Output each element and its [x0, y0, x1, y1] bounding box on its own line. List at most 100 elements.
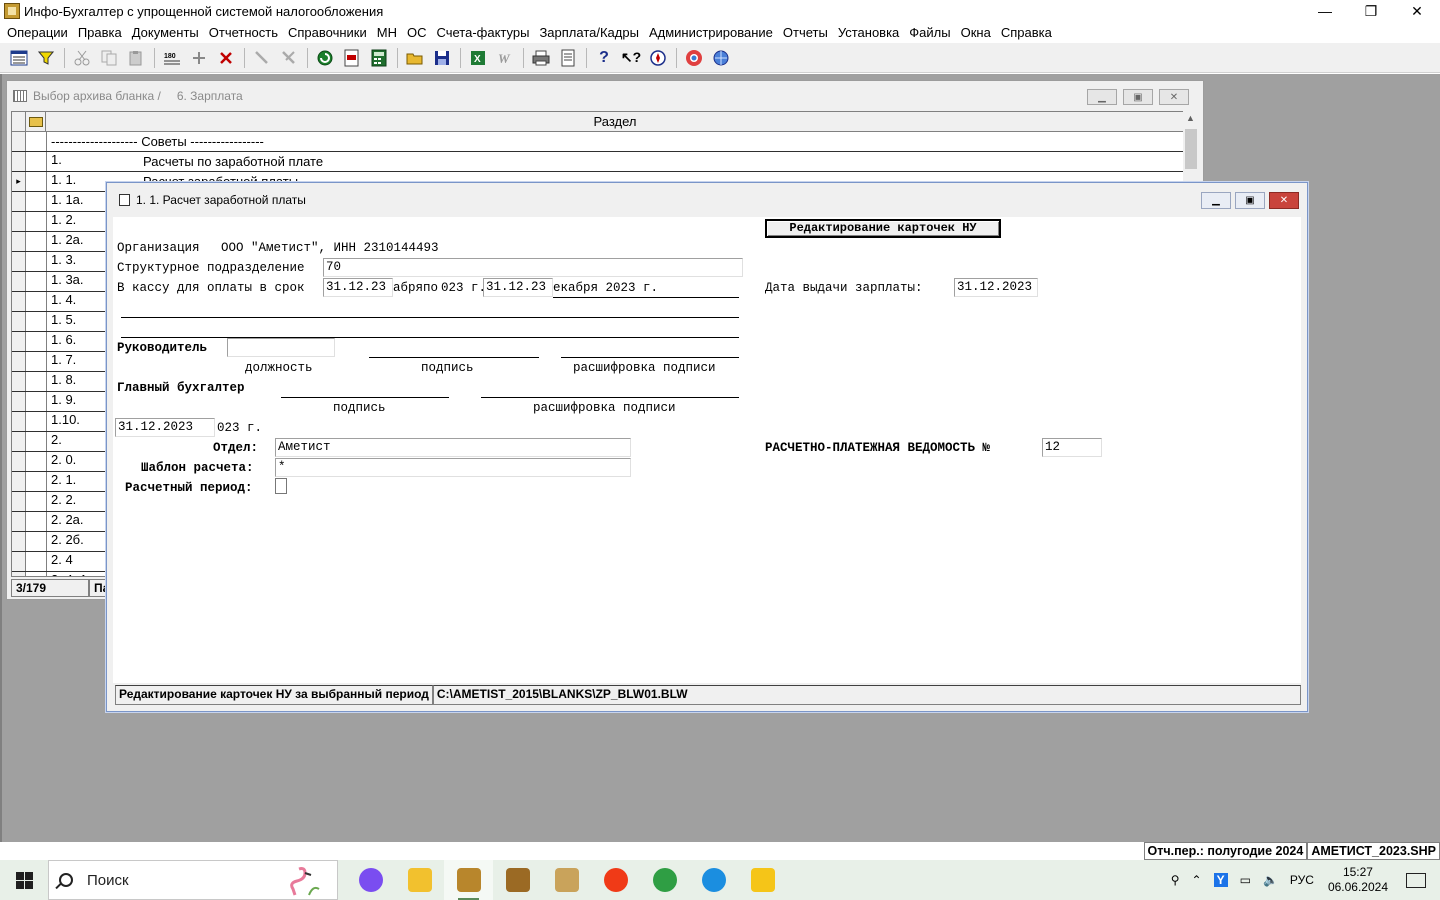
delete-icon[interactable] [215, 47, 237, 69]
document-date-input[interactable]: 31.12.2023 [115, 418, 215, 437]
close-icon[interactable]: ✕ [1394, 0, 1440, 22]
paste-icon[interactable] [125, 47, 147, 69]
menu-directories[interactable]: Справочники [283, 25, 372, 40]
copy-icon[interactable] [98, 47, 120, 69]
menu-windows[interactable]: Окна [956, 25, 996, 40]
row-indicator [12, 292, 26, 311]
context-help-icon[interactable]: ↖? [620, 47, 642, 69]
archive-close-icon[interactable]: ✕ [1159, 89, 1189, 105]
list-icon[interactable] [8, 47, 30, 69]
minimize-icon[interactable]: — [1302, 0, 1348, 22]
menu-invoices[interactable]: Счета-фактуры [431, 25, 534, 40]
numbering-icon[interactable]: 180 [161, 47, 183, 69]
row-indicator: ▸ [12, 172, 26, 191]
tool-icon[interactable] [251, 47, 273, 69]
period-checkbox[interactable] [275, 478, 287, 494]
calculator-icon[interactable] [368, 47, 390, 69]
taskbar-app[interactable] [689, 860, 738, 900]
menu-admin[interactable]: Администрирование [644, 25, 778, 40]
menu-mn[interactable]: МН [372, 25, 402, 40]
clock[interactable]: 15:27 06.06.2024 [1328, 865, 1388, 895]
date-to-input[interactable]: 31.12.23 [483, 278, 553, 297]
form-status-text: Редактирование карточек НУ за выбранный … [115, 685, 433, 705]
statement-number-input[interactable]: 12 [1042, 438, 1102, 457]
template-input[interactable]: * [275, 458, 631, 477]
help-icon[interactable]: ? [593, 47, 615, 69]
tools-icon[interactable] [278, 47, 300, 69]
date-from-input[interactable]: 31.12.23 [323, 278, 393, 297]
taskbar-app[interactable] [444, 860, 493, 900]
start-button[interactable] [0, 860, 48, 900]
network-icon[interactable]: ▭ [1240, 873, 1251, 887]
tray-expand-icon[interactable]: ⌃ [1192, 873, 1202, 887]
compass-icon[interactable] [647, 47, 669, 69]
menu-reporting[interactable]: Отчетность [204, 25, 283, 40]
document-date-suffix: 023 г. [217, 421, 263, 435]
toolbar-separator [676, 47, 677, 68]
svg-text:X: X [474, 54, 481, 65]
otdel-input[interactable]: Аметист [275, 438, 631, 457]
svg-text:W: W [498, 51, 511, 66]
open-folder-icon[interactable] [404, 47, 426, 69]
refresh-icon[interactable] [314, 47, 336, 69]
pdf-icon[interactable] [341, 47, 363, 69]
menu-reports[interactable]: Отчеты [778, 25, 833, 40]
taskbar-app[interactable] [493, 860, 542, 900]
notification-icon[interactable] [1406, 872, 1426, 888]
people-icon[interactable]: ⚲ [1171, 873, 1180, 887]
menu-operations[interactable]: Операции [2, 25, 73, 40]
taskbar-app[interactable] [640, 860, 689, 900]
taskbar-app[interactable] [346, 860, 395, 900]
maximize-icon[interactable]: ❐ [1348, 0, 1394, 22]
taskbar-app[interactable] [738, 860, 787, 900]
salary-form-window: 1. 1. Расчет заработной платы ▁ ▣ ✕ Реда… [106, 182, 1308, 712]
row-indicator [12, 432, 26, 451]
archive-maximize-icon[interactable]: ▣ [1123, 89, 1153, 105]
word-icon[interactable]: W [494, 47, 516, 69]
taskbar: Поиск ⚲ ⌃ Y ▭ 🔈 РУС 15:27 06.06.2024 [0, 860, 1440, 900]
row-indicator [12, 372, 26, 391]
taskbar-app[interactable] [591, 860, 640, 900]
grid-column-header[interactable]: Раздел [46, 112, 1184, 131]
yandex-tray-icon[interactable]: Y [1213, 873, 1228, 887]
grid-header: Раздел [12, 112, 1184, 132]
menu-help[interactable]: Справка [996, 25, 1057, 40]
menu-documents[interactable]: Документы [127, 25, 204, 40]
cut-icon[interactable] [71, 47, 93, 69]
excel-icon[interactable]: X [467, 47, 489, 69]
preview-icon[interactable] [557, 47, 579, 69]
archive-minimize-icon[interactable]: ▁ [1087, 89, 1117, 105]
table-row[interactable]: -------------------- Советы ------------… [12, 132, 1184, 152]
form-minimize-icon[interactable]: ▁ [1201, 192, 1231, 209]
pay-date-input[interactable]: 31.12.2023 [954, 278, 1038, 297]
add-icon[interactable] [188, 47, 210, 69]
taskbar-search[interactable]: Поиск [48, 860, 338, 900]
form-window-controls: ▁ ▣ ✕ [1201, 192, 1299, 209]
menu-salary[interactable]: Зарплата/Кадры [534, 25, 644, 40]
filter-icon[interactable] [35, 47, 57, 69]
scroll-up-icon[interactable]: ▲ [1186, 113, 1195, 123]
taskbar-app[interactable] [395, 860, 444, 900]
menu-os[interactable]: ОС [402, 25, 432, 40]
menu-edit[interactable]: Правка [73, 25, 127, 40]
grid-folder-column[interactable] [26, 112, 46, 131]
menu-files[interactable]: Файлы [904, 25, 955, 40]
org-value: ООО "Аметист", ИНН 2310144493 [221, 241, 439, 255]
print-icon[interactable] [530, 47, 552, 69]
menu-setup[interactable]: Установка [833, 25, 904, 40]
form-close-icon[interactable]: ✕ [1269, 192, 1299, 209]
head-position-input[interactable] [227, 338, 335, 357]
web-icon[interactable] [710, 47, 732, 69]
language-indicator[interactable]: РУС [1290, 873, 1314, 887]
support-icon[interactable] [683, 47, 705, 69]
table-row[interactable]: 1. Расчеты по заработной плате [12, 152, 1184, 172]
save-icon[interactable] [431, 47, 453, 69]
volume-icon[interactable]: 🔈 [1263, 873, 1278, 887]
scroll-thumb[interactable] [1185, 129, 1197, 169]
form-maximize-icon[interactable]: ▣ [1235, 192, 1265, 209]
toolbar-separator [397, 47, 398, 68]
edit-cards-button[interactable]: Редактирование карточек НУ [765, 219, 1001, 238]
row-indicator [12, 332, 26, 351]
dept-input[interactable]: 70 [323, 258, 743, 277]
taskbar-app[interactable] [542, 860, 591, 900]
